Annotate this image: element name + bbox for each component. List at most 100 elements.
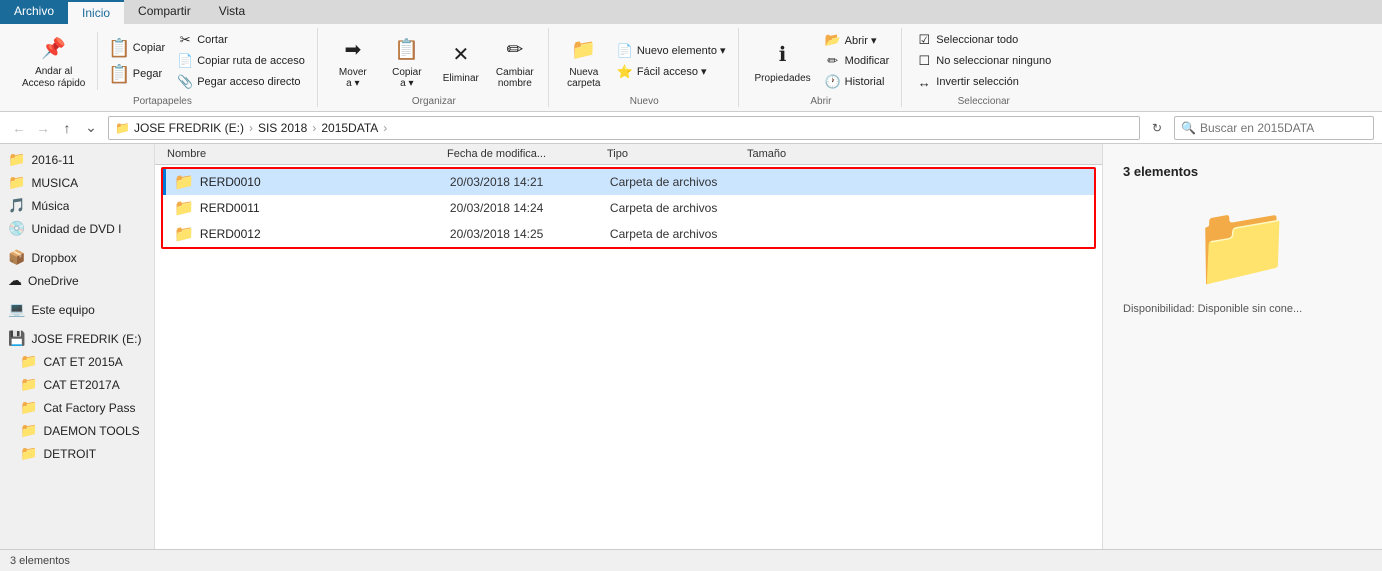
folder-icon: 📁 [174,224,194,244]
tab-inicio[interactable]: Inicio [68,0,124,24]
btn-copiar[interactable]: 📋 Copiar [104,36,169,61]
sidebar-item-jose-fredrik[interactable]: 💾 JOSE FREDRIK (E:) [0,327,154,350]
drive-icon: 💾 [8,330,25,347]
breadcrumb-part-1[interactable]: JOSE FREDRIK (E:) [134,121,244,135]
btn-copiar-ruta[interactable]: 📄 Copiar ruta de acceso [173,51,309,71]
refresh-button[interactable]: ↻ [1146,117,1168,139]
btn-nuevo-elemento[interactable]: 📄 Nuevo elemento ▾ [613,41,730,61]
btn-mover-a[interactable]: ➡ Movera ▾ [328,29,378,93]
nav-arrows: ← → ↑ ⌄ [8,117,102,139]
sidebar-item-daemon-tools[interactable]: 📁 DAEMON TOOLS [0,419,154,442]
group-abrir: ℹ Propiedades 📂 Abrir ▾ ✏ Modificar 🕐 Hi… [741,28,903,107]
btn-invertir-seleccion[interactable]: ↔ Invertir selección [912,72,1055,92]
select-all-icon: ☑ [916,32,932,48]
divider [97,32,98,90]
btn-facil-acceso[interactable]: ⭐ Fácil acceso ▾ [613,62,730,82]
tab-archivo[interactable]: Archivo [0,0,68,24]
btn-modificar[interactable]: ✏ Modificar [821,51,894,71]
tab-vista[interactable]: Vista [205,0,259,24]
btn-pegar-acceso[interactable]: 📎 Pegar acceso directo [173,72,309,92]
btn-seleccionar-todo[interactable]: ☑ Seleccionar todo [912,30,1055,50]
ribbon: Archivo Inicio Compartir Vista 📌 Andar a… [0,0,1382,112]
copy-to-icon: 📋 [391,33,423,65]
properties-icon: ℹ [767,39,799,71]
sidebar-item-onedrive[interactable]: ☁ OneDrive [0,269,154,292]
recent-locations-button[interactable]: ⌄ [80,117,102,139]
file-list-header: Nombre Fecha de modifica... Tipo Tamaño [155,144,1102,165]
nav-bar: ← → ↑ ⌄ 📁 JOSE FREDRIK (E:) › SIS 2018 ›… [0,112,1382,144]
sidebar-item-musica-lib[interactable]: 🎵 Música [0,194,154,217]
btn-nueva-carpeta[interactable]: 📁 Nuevacarpeta [559,29,609,93]
file-area: Nombre Fecha de modifica... Tipo Tamaño … [155,144,1102,549]
sidebar-item-musica-folder[interactable]: 📁 MUSICA [0,171,154,194]
btn-abrir[interactable]: 📂 Abrir ▾ [821,30,894,50]
btn-eliminar[interactable]: ✕ Eliminar [436,35,486,88]
col-header-type[interactable]: Tipo [603,146,743,162]
sidebar-item-cat-et-2015a[interactable]: 📁 CAT ET 2015A [0,350,154,373]
file-row-rerd0010[interactable]: 📁 RERD0010 20/03/2018 14:21 Carpeta de a… [163,169,1094,195]
delete-icon: ✕ [445,39,477,71]
folder-icon: 📁 [174,198,194,218]
seleccionar-label: Seleccionar [958,96,1010,107]
select-none-icon: ☐ [916,53,932,69]
file-row-rerd0011[interactable]: 📁 RERD0011 20/03/2018 14:24 Carpeta de a… [163,195,1094,221]
folder-icon: 📁 [20,445,37,462]
open-icon: 📂 [825,32,841,48]
details-count: 3 elementos [1123,164,1198,179]
search-box[interactable]: 🔍 [1174,116,1374,140]
paste-icon: 📋 [108,64,130,85]
dvd-icon: 💿 [8,220,25,237]
forward-button[interactable]: → [32,117,54,139]
ribbon-content: 📌 Andar alAcceso rápido 📋 Copiar 📋 Pegar [0,24,1382,111]
music-icon: 🎵 [8,197,25,214]
availability-label: Disponibilidad: [1123,303,1195,315]
folder-icon: 📁 [8,174,25,191]
folder-icon: 📁 [8,151,25,168]
sidebar-item-dvd[interactable]: 💿 Unidad de DVD I [0,217,154,240]
col-header-size[interactable]: Tamaño [743,146,843,162]
btn-no-seleccionar[interactable]: ☐ No seleccionar ninguno [912,51,1055,71]
main-area: 📁 2016-11 📁 MUSICA 🎵 Música 💿 Unidad de … [0,144,1382,549]
file-row-rerd0012[interactable]: 📁 RERD0012 20/03/2018 14:25 Carpeta de a… [163,221,1094,247]
sidebar-item-2016-11[interactable]: 📁 2016-11 [0,148,154,171]
btn-pegar[interactable]: 📋 Pegar [104,62,169,87]
address-bar[interactable]: 📁 JOSE FREDRIK (E:) › SIS 2018 › 2015DAT… [108,116,1140,140]
folder-icon: 📁 [20,376,37,393]
up-button[interactable]: ↑ [56,117,78,139]
folder-icon: 📁 [20,399,37,416]
tab-compartir[interactable]: Compartir [124,0,205,24]
folder-icon: 📁 [20,353,37,370]
abrir-label: Abrir [810,96,831,107]
sidebar-item-cat-et-2017a[interactable]: 📁 CAT ET2017A [0,373,154,396]
btn-propiedades[interactable]: ℹ Propiedades [749,35,817,88]
back-button[interactable]: ← [8,117,30,139]
sidebar-item-este-equipo[interactable]: 💻 Este equipo [0,298,154,321]
breadcrumb-sep-1: › [249,121,253,135]
btn-andar-acceso-rapido[interactable]: 📌 Andar alAcceso rápido [16,28,91,94]
group-seleccionar: ☑ Seleccionar todo ☐ No seleccionar ning… [904,28,1063,107]
portapapeles-label: Portapapeles [133,96,192,107]
breadcrumb-part-2[interactable]: SIS 2018 [258,121,307,135]
group-organizar: ➡ Movera ▾ 📋 Copiara ▾ ✕ Eliminar ✏ Camb… [320,28,549,107]
status-text: 3 elementos [10,555,70,567]
cut-icon: ✂ [177,32,193,48]
ribbon-tabs: Archivo Inicio Compartir Vista [0,0,1382,24]
availability-value: Disponible sin cone... [1198,303,1303,315]
breadcrumb-sep-2: › [312,121,316,135]
col-header-name[interactable]: Nombre [163,146,443,162]
sidebar-item-detroit[interactable]: 📁 DETROIT [0,442,154,465]
file-rows: 📁 RERD0010 20/03/2018 14:21 Carpeta de a… [155,165,1102,549]
breadcrumb-part-3[interactable]: 2015DATA [321,121,378,135]
easy-access-icon: ⭐ [617,64,633,80]
btn-cortar[interactable]: ✂ Cortar [173,30,309,50]
search-input[interactable] [1200,121,1350,135]
new-item-icon: 📄 [617,43,633,59]
folder-icon: 📁 [20,422,37,439]
sidebar-item-cat-factory[interactable]: 📁 Cat Factory Pass [0,396,154,419]
btn-historial[interactable]: 🕐 Historial [821,72,894,92]
copy-icon: 📋 [108,38,130,59]
sidebar-item-dropbox[interactable]: 📦 Dropbox [0,246,154,269]
col-header-date[interactable]: Fecha de modifica... [443,146,603,162]
btn-copiar-a[interactable]: 📋 Copiara ▾ [382,29,432,93]
btn-cambiar-nombre[interactable]: ✏ Cambiarnombre [490,29,540,93]
